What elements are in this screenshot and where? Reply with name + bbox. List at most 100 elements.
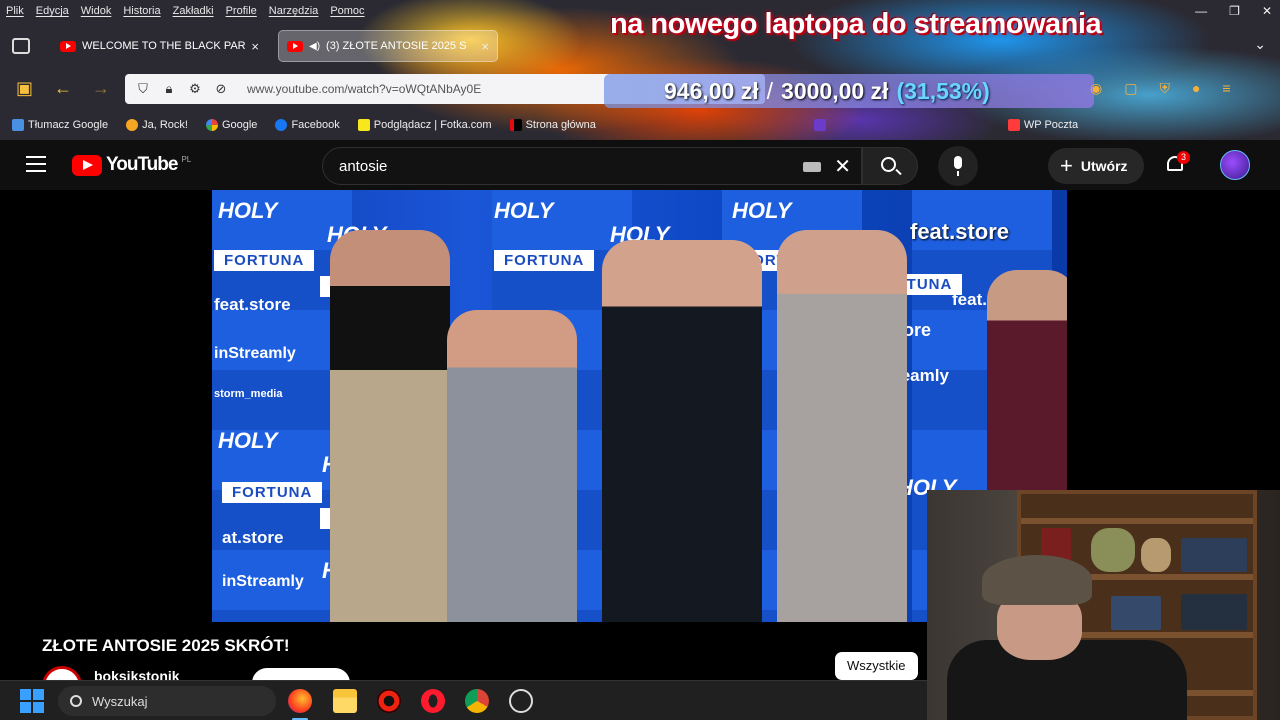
- game-boxes: [1111, 596, 1161, 630]
- menu-file[interactable]: Plik: [6, 5, 24, 17]
- sponsor-instreamly: inStreamly: [222, 573, 304, 590]
- hamburger-menu-icon[interactable]: [26, 156, 46, 172]
- speaker-icon[interactable]: ◀): [309, 41, 320, 52]
- bookmark-favicon-icon: [813, 119, 826, 131]
- youtube-play-icon: [72, 154, 102, 176]
- bookmark-favicon-icon: [357, 119, 370, 131]
- filter-chip-all[interactable]: Wszystkie: [835, 652, 918, 680]
- menu-edit[interactable]: Edycja: [36, 5, 69, 17]
- google-icon: [205, 119, 218, 131]
- app-icon[interactable]: [377, 689, 401, 713]
- search-button[interactable]: [862, 147, 918, 185]
- figurine: [1091, 528, 1135, 572]
- firefox-icon[interactable]: [288, 689, 312, 720]
- search-input[interactable]: antosie ✕: [322, 147, 862, 185]
- taskbar-search[interactable]: Wyszukaj: [58, 686, 276, 716]
- menubar: Plik Edycja Widok Historia Zakładki Prof…: [0, 0, 365, 22]
- forward-arrow-icon[interactable]: →: [92, 78, 110, 99]
- menu-history[interactable]: Historia: [123, 5, 160, 17]
- taskbar-search-label: Wyszukaj: [92, 693, 148, 709]
- back-arrow-icon[interactable]: ←: [54, 78, 72, 99]
- obs-icon[interactable]: [509, 689, 533, 713]
- tab-title: (3) ZŁOTE ANTOSIE 2025 S: [326, 40, 467, 52]
- tab-zlote-antosie[interactable]: ◀) (3) ZŁOTE ANTOSIE 2025 S ×: [278, 30, 498, 62]
- tab-title: WELCOME TO THE BLACK PARA: [82, 40, 246, 52]
- create-button[interactable]: + Utwórz: [1048, 148, 1144, 184]
- game-boxes: [1181, 594, 1247, 630]
- restore-icon[interactable]: ❐: [1229, 4, 1240, 18]
- menu-bookmarks[interactable]: Zakładki: [173, 5, 214, 17]
- sponsor-featstore: feat.store: [214, 295, 291, 314]
- tab-overview-icon[interactable]: [12, 38, 30, 54]
- sponsor-holy: HOLY: [218, 428, 278, 453]
- tab-close-icon[interactable]: ×: [251, 39, 259, 54]
- youtube-wordmark: YouTube: [106, 154, 178, 175]
- notification-count-badge: 3: [1177, 151, 1191, 164]
- person-tuxedo: [602, 240, 762, 622]
- lock-icon[interactable]: 🔒︎: [161, 81, 177, 97]
- close-window-icon[interactable]: ✕: [1262, 4, 1272, 18]
- user-avatar[interactable]: [1220, 150, 1250, 180]
- video-watermark: feat.store: [910, 219, 1010, 244]
- bookmark-item[interactable]: WP Poczta: [1007, 119, 1078, 131]
- minimize-icon[interactable]: —: [1195, 4, 1207, 18]
- shelf-board: [1021, 518, 1253, 524]
- permissions-icon[interactable]: ⚙: [187, 81, 203, 97]
- game-boxes: [1181, 538, 1247, 572]
- file-explorer-icon[interactable]: [333, 689, 357, 713]
- bookmark-item[interactable]: Ja, Rock!: [126, 119, 188, 131]
- search-query[interactable]: antosie: [339, 158, 387, 175]
- windows-start-icon[interactable]: [20, 689, 44, 713]
- youtube-logo[interactable]: YouTube PL: [72, 154, 191, 176]
- streamer-hat: [982, 555, 1092, 605]
- menu-help[interactable]: Pomoc: [330, 5, 364, 17]
- menu-view[interactable]: Widok: [81, 5, 112, 17]
- tab-close-icon[interactable]: ×: [481, 39, 489, 54]
- bookmark-favicon-icon: [126, 119, 139, 131]
- window-controls: — ❐ ✕: [1195, 4, 1272, 18]
- browser-chrome: Plik Edycja Widok Historia Zakładki Prof…: [0, 0, 1280, 140]
- extension-icon[interactable]: ▢: [1124, 80, 1137, 97]
- extension-icon[interactable]: ◉: [1090, 80, 1102, 97]
- tab-list-chevron-icon[interactable]: ⌄: [1254, 36, 1266, 53]
- bookmark-item[interactable]: [813, 119, 830, 131]
- menu-profiles[interactable]: Profile: [226, 5, 257, 17]
- youtube-favicon-icon: [287, 40, 303, 52]
- figurine: [1141, 538, 1171, 572]
- shield-icon[interactable]: ⛉: [135, 81, 151, 97]
- sponsor-atstore: at.store: [222, 528, 284, 547]
- sidebar-toggle-icon[interactable]: ▣: [16, 78, 33, 99]
- bookmark-item[interactable]: Facebook: [275, 119, 340, 131]
- wp-icon: [1007, 119, 1020, 131]
- autoplay-blocked-icon[interactable]: ⊘: [213, 81, 229, 97]
- clear-search-icon[interactable]: ✕: [834, 154, 851, 179]
- person-grey-suit: [447, 310, 577, 622]
- extension-icon[interactable]: ⛨: [1159, 80, 1170, 97]
- tab-welcome[interactable]: WELCOME TO THE BLACK PARA ×: [52, 30, 267, 62]
- sponsor-fortuna: FORTUNA: [494, 250, 595, 271]
- donation-goal-overlay: 946,00 zł / 3000,00 zł (31,53%): [604, 74, 1094, 108]
- menu-tools[interactable]: Narzędzia: [269, 5, 319, 17]
- extension-icons: ◉ ▢ ⛨ ● ≡: [1090, 80, 1231, 97]
- search-icon: [881, 157, 896, 172]
- bookmarks-bar: Tłumacz Google Ja, Rock! Google Facebook…: [0, 114, 1280, 136]
- bookmark-item[interactable]: Strona główna: [509, 119, 596, 131]
- sponsor-storm: storm_media: [214, 388, 283, 400]
- bookmark-favicon-icon: [12, 119, 24, 131]
- plus-icon: +: [1060, 153, 1073, 178]
- url-text[interactable]: www.youtube.com/watch?v=oWQtANbAy0E: [247, 82, 481, 96]
- bookmark-item[interactable]: Tłumacz Google: [12, 119, 108, 131]
- sponsor-fortuna: FORTUNA: [214, 250, 315, 271]
- person-vest: [330, 230, 450, 622]
- menu-icon[interactable]: ≡: [1222, 80, 1230, 97]
- opera-icon[interactable]: [421, 689, 445, 713]
- bookmark-item[interactable]: Google: [205, 119, 257, 131]
- voice-search-icon[interactable]: [938, 146, 978, 186]
- bookmark-item[interactable]: Podglądacz | Fotka.com: [357, 119, 492, 131]
- sponsor-holy: HOLY: [732, 198, 792, 223]
- sponsor-fortuna: FORTUNA: [222, 482, 323, 503]
- keyboard-icon[interactable]: [803, 162, 821, 172]
- chrome-icon[interactable]: [465, 689, 489, 713]
- extension-icon[interactable]: ●: [1192, 80, 1200, 97]
- create-label: Utwórz: [1080, 158, 1128, 174]
